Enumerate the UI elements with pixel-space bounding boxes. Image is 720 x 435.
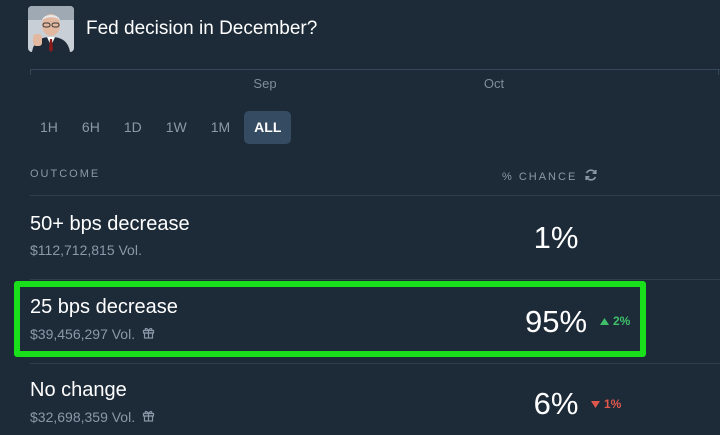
outcome-volume: $32,698,359 Vol.	[30, 409, 155, 425]
outcome-column-header: OUTCOME	[30, 168, 101, 180]
outcome-row[interactable]: No change $32,698,359 Vol. 6% 1%	[0, 364, 720, 435]
chance-change: 1%	[591, 397, 621, 411]
chart-axis-tick	[718, 69, 719, 75]
outcome-name: No change	[30, 379, 127, 401]
down-triangle-icon	[591, 400, 600, 408]
chart-axis-line	[30, 69, 720, 70]
range-1w[interactable]: 1W	[156, 111, 197, 144]
gift-icon	[142, 409, 155, 425]
outcome-volume-text: $112,712,815 Vol.	[30, 242, 142, 258]
chart-month-label: Sep	[253, 76, 277, 91]
range-1m[interactable]: 1M	[201, 111, 240, 144]
market-header: Fed decision in December?	[28, 6, 317, 52]
highlight-box	[14, 281, 646, 357]
outcome-volume-text: $32,698,359 Vol.	[30, 409, 136, 425]
range-6h[interactable]: 6H	[72, 111, 110, 144]
outcome-chance: 1%	[533, 220, 579, 255]
refresh-icon[interactable]	[584, 168, 598, 185]
chance-column-header: % CHANCE	[502, 168, 598, 185]
time-range-tabs: 1H 6H 1D 1W 1M ALL	[30, 111, 292, 144]
chance-header-label: % CHANCE	[502, 170, 578, 183]
market-title: Fed decision in December?	[86, 18, 318, 39]
chart-month-label: Oct	[483, 76, 505, 91]
market-avatar	[28, 6, 74, 52]
outcome-chance: 6%	[533, 386, 579, 421]
range-all[interactable]: ALL	[244, 111, 292, 144]
outcome-row[interactable]: 50+ bps decrease $112,712,815 Vol. 1%	[0, 196, 720, 278]
chart-axis-tick	[30, 69, 31, 75]
range-1d[interactable]: 1D	[114, 111, 152, 144]
range-1h[interactable]: 1H	[30, 111, 68, 144]
chance-change-value: 1%	[604, 397, 622, 411]
outcome-name: 50+ bps decrease	[30, 213, 190, 235]
outcome-volume: $112,712,815 Vol.	[30, 242, 142, 258]
